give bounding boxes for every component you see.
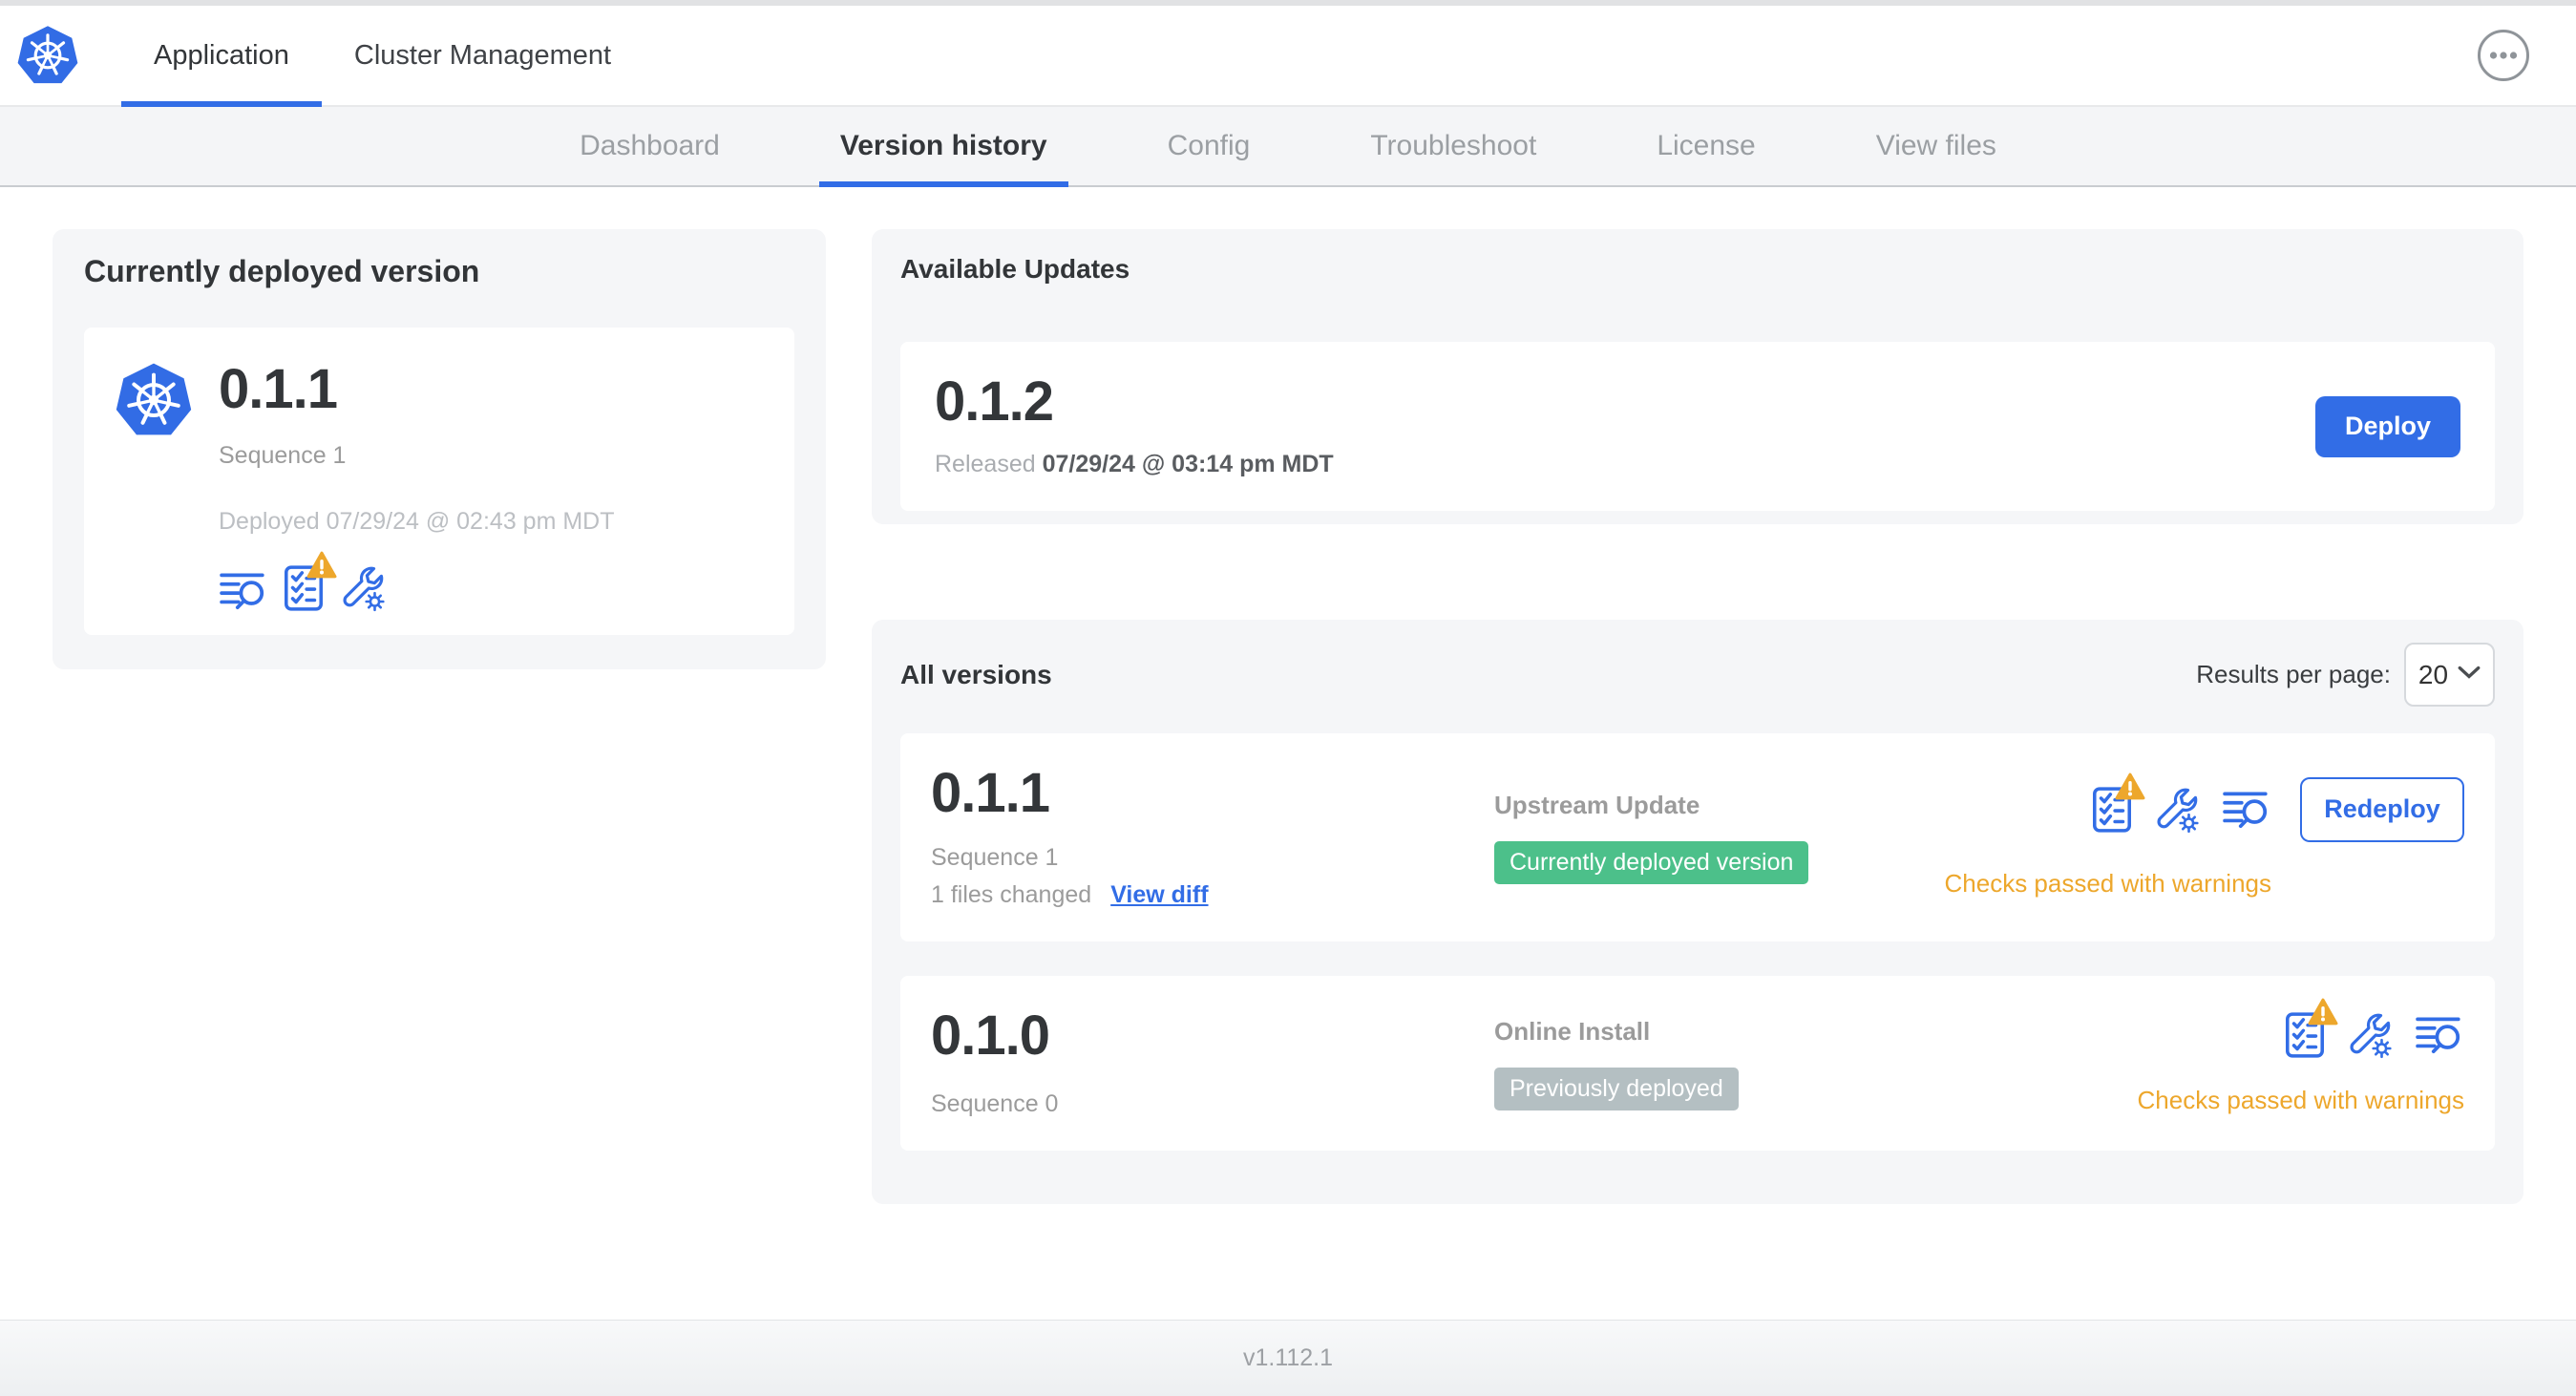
warning-triangle-icon (2115, 772, 2145, 799)
deploy-logs-icon[interactable] (2415, 1014, 2464, 1056)
released-label: Released (935, 451, 1036, 477)
version-row-info: 0.1.1 Sequence 1 1 files changed View di… (931, 766, 1494, 909)
preflight-status-link[interactable]: Checks passed with warnings (2138, 1086, 2465, 1115)
status-badge: Currently deployed version (1494, 841, 1809, 884)
console-version-label: v1.112.1 (1242, 1344, 1334, 1371)
current-version-number: 0.1.1 (219, 358, 338, 420)
redeploy-button[interactable]: Redeploy (2300, 776, 2464, 842)
warning-triangle-icon (2308, 998, 2338, 1026)
current-sequence-label: Sequence 1 (219, 442, 347, 469)
app-header: Application Cluster Management (0, 6, 2576, 107)
admin-console: Application Cluster Management Dashboard… (0, 0, 2576, 1396)
row-sequence-label: Sequence 0 (931, 1090, 1059, 1117)
results-per-page-label: Results per page: (2196, 660, 2391, 688)
chevron-down-icon (2458, 666, 2481, 684)
all-versions-title: All versions (900, 659, 1052, 689)
released-timestamp: Released 07/29/24 @ 03:14 pm MDT (935, 451, 2315, 478)
edit-config-icon[interactable] (2153, 786, 2201, 834)
preflight-checks-icon[interactable] (2285, 998, 2338, 1059)
row-sequence-label: Sequence 1 (931, 844, 1059, 871)
update-info: 0.1.2 Released 07/29/24 @ 03:14 pm MDT (935, 374, 2315, 478)
edit-config-icon[interactable] (339, 564, 387, 612)
tab-version-history[interactable]: Version history (818, 107, 1068, 187)
right-column: Available Updates 0.1.2 Released 07/29/2… (872, 229, 2523, 1204)
released-value: 07/29/24 @ 03:14 pm MDT (1042, 451, 1334, 477)
source-label: Upstream Update (1494, 791, 1700, 819)
available-updates-card: Available Updates 0.1.2 Released 07/29/2… (872, 229, 2523, 524)
tab-cluster-management[interactable]: Cluster Management (322, 6, 644, 105)
deployed-timestamp: Deployed 07/29/24 @ 02:43 pm MDT (219, 508, 615, 535)
tab-license[interactable]: License (1636, 107, 1776, 185)
status-badge: Previously deployed (1494, 1067, 1739, 1110)
more-menu-button[interactable] (2477, 29, 2530, 82)
deploy-button[interactable]: Deploy (2315, 395, 2460, 457)
preflight-checks-icon[interactable] (2092, 772, 2145, 834)
results-per-page-select[interactable]: 20 (2404, 643, 2495, 707)
app-icon (114, 361, 194, 612)
edit-config-icon[interactable] (2346, 1011, 2394, 1059)
app-subnav: Dashboard Version history Config Trouble… (0, 107, 2576, 187)
tab-troubleshoot[interactable]: Troubleshoot (1349, 107, 1557, 185)
version-row-actions: Checks passed with warnings (2138, 998, 2465, 1115)
ellipsis-icon (2477, 30, 2530, 85)
app-footer: v1.112.1 (0, 1320, 2576, 1396)
tab-config[interactable]: Config (1147, 107, 1272, 185)
view-diff-link[interactable]: View diff (1110, 881, 1208, 909)
header-tabs: Application Cluster Management (121, 6, 644, 107)
update-row: 0.1.2 Released 07/29/24 @ 03:14 pm MDT D… (900, 342, 2495, 511)
tab-view-files[interactable]: View files (1855, 107, 2017, 185)
current-version-card: Currently deployed version 0.1.1 Sequenc… (53, 229, 826, 669)
preflight-status-link[interactable]: Checks passed with warnings (1945, 869, 2272, 899)
results-per-page-value: 20 (2418, 659, 2449, 689)
deploy-logs-icon[interactable] (2222, 789, 2271, 831)
tab-dashboard[interactable]: Dashboard (559, 107, 741, 185)
main-content: Currently deployed version 0.1.1 Sequenc… (0, 187, 2576, 1320)
row-version-number: 0.1.1 (931, 762, 1050, 824)
all-versions-card: All versions Results per page: 20 0.1.1 … (872, 620, 2523, 1204)
version-row-info: 0.1.0 Sequence 0 (931, 1008, 1494, 1118)
all-versions-header: All versions Results per page: 20 (900, 643, 2495, 707)
current-version-actions (219, 551, 615, 612)
current-version-info: 0.1.1 Sequence 1 Deployed 07/29/24 @ 02:… (219, 362, 615, 612)
files-changed-label: 1 files changed (931, 881, 1092, 908)
version-row-source: Online Install Previously deployed (1494, 1017, 2138, 1110)
source-label: Online Install (1494, 1016, 1651, 1046)
version-row-actions: Redeploy Checks passed with warnings (1945, 772, 2464, 899)
update-version-number: 0.1.2 (935, 370, 1054, 433)
version-row-source: Upstream Update Currently deployed versi… (1494, 791, 1945, 884)
kubernetes-logo-icon (17, 24, 78, 87)
version-row: 0.1.0 Sequence 0 Online Install Previous… (900, 976, 2495, 1151)
tab-application[interactable]: Application (121, 6, 322, 107)
current-version-title: Currently deployed version (84, 254, 480, 288)
row-version-number: 0.1.0 (931, 1005, 1050, 1067)
available-updates-title: Available Updates (900, 254, 1130, 284)
results-per-page: Results per page: 20 (2196, 643, 2495, 707)
version-row: 0.1.1 Sequence 1 1 files changed View di… (900, 733, 2495, 941)
preflight-checks-icon[interactable] (284, 551, 337, 612)
warning-triangle-icon (306, 551, 337, 579)
current-version-inner: 0.1.1 Sequence 1 Deployed 07/29/24 @ 02:… (84, 328, 794, 635)
deploy-logs-icon[interactable] (219, 570, 268, 612)
